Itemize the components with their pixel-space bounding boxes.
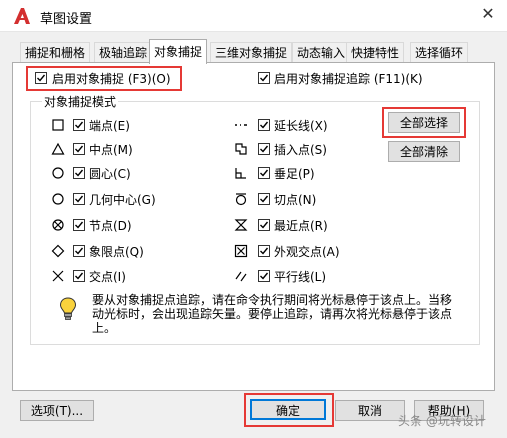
center-circle-icon <box>52 167 64 179</box>
perpendicular-label: 垂足(P) <box>274 167 315 181</box>
center-checkbox[interactable] <box>73 167 85 179</box>
options-button[interactable]: 选项(T)... <box>20 400 94 421</box>
tangent-label: 切点(N) <box>274 193 317 207</box>
tab-snap-grid[interactable]: 捕捉和栅格 <box>20 42 91 63</box>
perpendicular-checkbox[interactable] <box>258 167 270 179</box>
watermark: 头条 @玩转设计 <box>398 414 486 428</box>
tab-3d-object-snap[interactable]: 三维对象捕捉 <box>210 42 293 63</box>
osnap-modes-legend: 对象捕捉模式 <box>42 93 119 110</box>
quadrant-label: 象限点(Q) <box>89 245 144 259</box>
geometric-center-circle-icon <box>52 193 64 205</box>
geometric-center-label: 几何中心(G) <box>89 193 156 207</box>
geometric-center-checkbox[interactable] <box>73 193 85 205</box>
intersection-checkbox[interactable] <box>73 270 85 282</box>
apparent-intersection-label: 外观交点(A) <box>274 245 340 259</box>
cancel-button[interactable]: 取消 <box>335 400 405 421</box>
ok-button[interactable]: 确定 <box>250 399 326 420</box>
parallel-icon <box>235 271 247 282</box>
quadrant-checkbox[interactable] <box>73 245 85 257</box>
extension-dash-dot-icon <box>235 124 247 126</box>
node-circle-x-icon <box>52 219 64 231</box>
enable-osnap-checkbox[interactable] <box>35 72 47 84</box>
nearest-hourglass-icon <box>234 219 248 231</box>
enable-osnap-tracking-label: 启用对象捕捉追踪 (F11)(K) <box>274 72 423 86</box>
insertion-label: 插入点(S) <box>274 143 327 157</box>
node-checkbox[interactable] <box>73 219 85 231</box>
endpoint-square-icon <box>52 119 64 131</box>
midpoint-checkbox[interactable] <box>73 143 85 155</box>
endpoint-checkbox[interactable] <box>73 119 85 131</box>
quadrant-diamond-icon <box>51 244 65 258</box>
tangent-checkbox[interactable] <box>258 193 270 205</box>
tangent-icon <box>235 193 247 206</box>
intersection-label: 交点(I) <box>89 270 126 284</box>
window-title: 草图设置 <box>40 12 93 27</box>
midpoint-triangle-icon <box>51 142 65 155</box>
enable-osnap-label: 启用对象捕捉 (F3)(O) <box>52 72 171 86</box>
tab-object-snap[interactable]: 对象捕捉 <box>149 39 208 64</box>
clear-all-button[interactable]: 全部清除 <box>388 141 460 162</box>
midpoint-label: 中点(M) <box>89 143 133 157</box>
parallel-label: 平行线(L) <box>274 270 327 284</box>
tab-polar-tracking[interactable]: 极轴追踪 <box>94 42 153 63</box>
apparent-intersection-icon <box>234 244 248 258</box>
extension-label: 延长线(X) <box>274 119 328 133</box>
lightbulb-icon <box>59 297 77 320</box>
apparent-intersection-checkbox[interactable] <box>258 245 270 257</box>
insertion-icon <box>235 143 247 155</box>
intersection-x-icon <box>52 270 64 282</box>
autocad-logo-icon <box>14 8 30 24</box>
tab-selection-cycling[interactable]: 选择循环 <box>410 42 469 63</box>
node-label: 节点(D) <box>89 219 132 233</box>
tab-quick-properties[interactable]: 快捷特性 <box>346 42 405 63</box>
tab-dynamic-input[interactable]: 动态输入 <box>292 42 351 63</box>
enable-osnap-tracking-checkbox[interactable] <box>258 72 270 84</box>
perpendicular-icon <box>235 168 246 179</box>
extension-checkbox[interactable] <box>258 119 270 131</box>
parallel-checkbox[interactable] <box>258 270 270 282</box>
center-label: 圆心(C) <box>89 167 131 181</box>
nearest-checkbox[interactable] <box>258 219 270 231</box>
select-all-button[interactable]: 全部选择 <box>388 112 460 133</box>
insertion-checkbox[interactable] <box>258 143 270 155</box>
close-icon[interactable]: ✕ <box>477 3 499 25</box>
endpoint-label: 端点(E) <box>89 119 130 133</box>
nearest-label: 最近点(R) <box>274 219 328 233</box>
info-text: 要从对象捕捉点追踪，请在命令执行期间将光标悬停于该点上。当移动光标时，会出现追踪… <box>92 293 453 335</box>
